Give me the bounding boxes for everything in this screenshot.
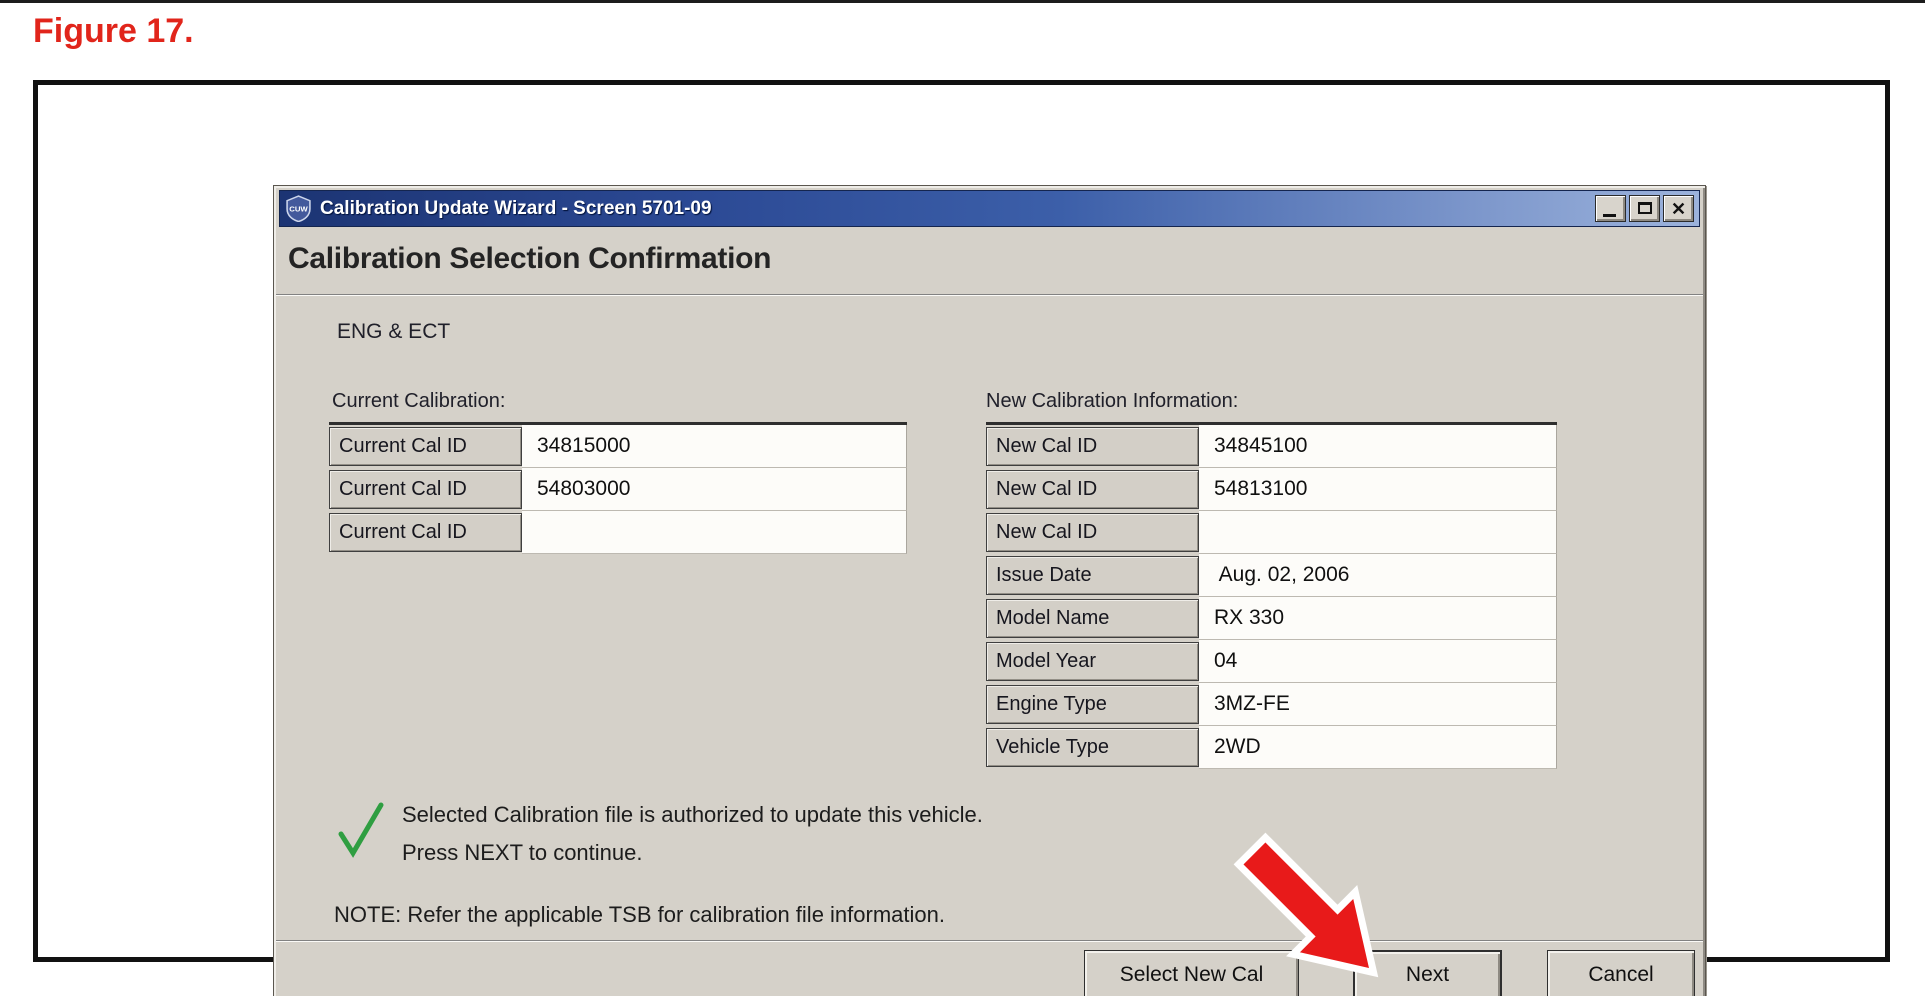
table-row: Model Year 04: [986, 640, 1557, 683]
current-calibration-table: Current Cal ID 34815000 Current Cal ID 5…: [329, 422, 907, 554]
row-value: RX 330: [1199, 597, 1557, 640]
figure-caption: Figure 17.: [33, 12, 194, 51]
maximize-icon: [1638, 202, 1652, 214]
row-value: 34815000: [522, 425, 907, 468]
calibration-update-wizard-window: CUW Calibration Update Wizard - Screen 5…: [273, 185, 1706, 996]
row-value: 54813100: [1199, 468, 1557, 511]
status-message-line1: Selected Calibration file is authorized …: [402, 802, 983, 828]
row-label: Current Cal ID: [329, 427, 522, 466]
window-controls: ✕: [1595, 195, 1694, 222]
minimize-icon: [1603, 214, 1616, 217]
maximize-button[interactable]: [1629, 195, 1660, 222]
new-calibration-caption: New Calibration Information:: [986, 390, 1238, 413]
note-text: NOTE: Refer the applicable TSB for calib…: [334, 902, 945, 928]
document-page: Figure 17. CUW Calibration Update Wizard…: [0, 0, 1925, 996]
next-button[interactable]: Next: [1353, 950, 1502, 996]
row-label: New Cal ID: [986, 427, 1199, 466]
window-titlebar: CUW Calibration Update Wizard - Screen 5…: [279, 190, 1700, 227]
close-button[interactable]: ✕: [1663, 195, 1694, 222]
table-row: New Cal ID 34845100: [986, 425, 1557, 468]
status-message-line2: Press NEXT to continue.: [402, 840, 643, 866]
row-value: 3MZ-FE: [1199, 683, 1557, 726]
window-title: Calibration Update Wizard - Screen 5701-…: [320, 198, 712, 220]
row-value: 34845100: [1199, 425, 1557, 468]
row-value: Aug. 02, 2006: [1199, 554, 1557, 597]
table-row: Current Cal ID: [329, 511, 907, 554]
row-label: Engine Type: [986, 685, 1199, 724]
heading-separator: [276, 294, 1703, 295]
select-new-cal-button[interactable]: Select New Cal: [1084, 950, 1299, 996]
green-checkmark-icon: [334, 798, 388, 862]
row-label: Model Year: [986, 642, 1199, 681]
table-row: Current Cal ID 34815000: [329, 425, 907, 468]
table-row: New Cal ID: [986, 511, 1557, 554]
svg-text:CUW: CUW: [289, 205, 308, 214]
row-value: [1199, 511, 1557, 554]
new-calibration-table: New Cal ID 34845100 New Cal ID 54813100 …: [986, 422, 1557, 769]
close-icon: ✕: [1664, 197, 1693, 221]
row-label: Model Name: [986, 599, 1199, 638]
page-top-rule: [0, 0, 1925, 3]
row-label: Current Cal ID: [329, 470, 522, 509]
row-label: Issue Date: [986, 556, 1199, 595]
footer-separator: [276, 940, 1703, 941]
table-row: New Cal ID 54813100: [986, 468, 1557, 511]
row-value: [522, 511, 907, 554]
table-row: Vehicle Type 2WD: [986, 726, 1557, 769]
table-row: Issue Date Aug. 02, 2006: [986, 554, 1557, 597]
table-row: Engine Type 3MZ-FE: [986, 683, 1557, 726]
page-title: Calibration Selection Confirmation: [288, 242, 771, 276]
row-label: Current Cal ID: [329, 513, 522, 552]
cancel-button[interactable]: Cancel: [1547, 950, 1695, 996]
table-row: Current Cal ID 54803000: [329, 468, 907, 511]
row-value: 2WD: [1199, 726, 1557, 769]
row-label: Vehicle Type: [986, 728, 1199, 767]
row-value: 54803000: [522, 468, 907, 511]
system-label: ENG & ECT: [337, 320, 450, 344]
current-calibration-caption: Current Calibration:: [332, 390, 505, 413]
table-row: Model Name RX 330: [986, 597, 1557, 640]
row-value: 04: [1199, 640, 1557, 683]
cuw-shield-icon: CUW: [285, 195, 312, 222]
figure-frame: CUW Calibration Update Wizard - Screen 5…: [33, 80, 1890, 962]
row-label: New Cal ID: [986, 513, 1199, 552]
minimize-button[interactable]: [1595, 195, 1626, 222]
row-label: New Cal ID: [986, 470, 1199, 509]
